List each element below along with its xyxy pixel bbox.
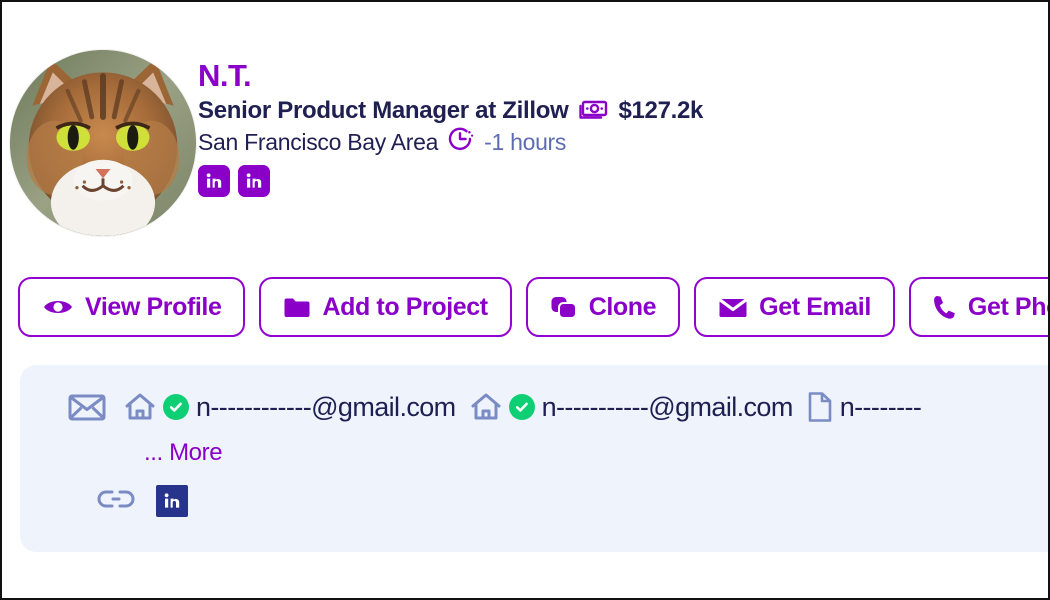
- email-value: n------------@gmail.com: [196, 391, 456, 422]
- linkedin-link-badge[interactable]: [156, 485, 188, 517]
- email-value: n-----------@gmail.com: [541, 391, 794, 422]
- clone-label: Clone: [588, 292, 657, 321]
- linkedin-icon: [246, 172, 262, 188]
- view-profile-label: View Profile: [85, 292, 222, 321]
- eye-icon: [42, 296, 74, 318]
- contact-entry[interactable]: n------------@gmail.com: [124, 392, 456, 423]
- money-icon: [578, 97, 608, 124]
- contact-entry[interactable]: n--------: [807, 391, 922, 423]
- add-to-project-button[interactable]: Add to Project: [259, 277, 512, 337]
- linkedin-icon: [164, 493, 180, 508]
- verified-badge: [163, 394, 189, 420]
- clock-icon: [447, 127, 475, 158]
- envelope-icon: [68, 392, 106, 422]
- identity-block: N.T. Senior Product Manager at Zillow $1…: [198, 50, 1048, 197]
- timezone-value: -1 hours: [484, 129, 567, 156]
- copy-icon: [550, 295, 578, 320]
- profile-card: N.T. Senior Product Manager at Zillow $1…: [2, 2, 1048, 598]
- social-badges: [198, 164, 1048, 197]
- links-row: [96, 485, 1048, 517]
- avatar[interactable]: [10, 50, 196, 236]
- cat-photo-icon: [10, 50, 196, 236]
- screenshot-frame: N.T. Senior Product Manager at Zillow $1…: [0, 0, 1050, 600]
- email-row: n------------@gmail.com n-----------@gma…: [68, 391, 1048, 423]
- clone-button[interactable]: Clone: [525, 277, 681, 337]
- home-icon: [124, 392, 156, 422]
- view-profile-button[interactable]: View Profile: [18, 277, 246, 337]
- job-title: Senior Product Manager at Zillow: [198, 96, 569, 124]
- title-row: Senior Product Manager at Zillow $127.2k: [198, 96, 1048, 126]
- add-to-project-label: Add to Project: [322, 292, 488, 321]
- document-icon: [807, 391, 833, 423]
- link-icon: [96, 486, 136, 517]
- action-button-row: View Profile Add to Project Clone Get Em…: [18, 277, 1048, 337]
- email-value: n--------: [839, 391, 922, 422]
- get-email-button[interactable]: Get Email: [694, 277, 895, 337]
- check-icon: [515, 402, 528, 412]
- get-phone-button[interactable]: Get Phone: [908, 277, 1048, 337]
- linkedin-badge-2[interactable]: [238, 164, 270, 197]
- get-phone-label: Get Phone: [967, 292, 1048, 321]
- phone-icon: [933, 294, 957, 320]
- avatar-container: [2, 50, 198, 236]
- contact-panel: n------------@gmail.com n-----------@gma…: [20, 365, 1048, 552]
- folder-icon: [283, 296, 311, 319]
- check-icon: [169, 402, 182, 412]
- linkedin-badge-1[interactable]: [198, 164, 230, 197]
- linkedin-icon: [206, 172, 222, 188]
- salary-value: $127.2k: [618, 96, 704, 124]
- more-link[interactable]: ... More: [144, 439, 223, 467]
- get-email-label: Get Email: [759, 292, 871, 321]
- verified-badge: [508, 394, 535, 420]
- profile-header: N.T. Senior Product Manager at Zillow $1…: [2, 50, 1048, 236]
- location-value: San Francisco Bay Area: [198, 129, 439, 156]
- location-row: San Francisco Bay Area -1 hours: [198, 127, 1048, 158]
- profile-name: N.T.: [198, 58, 252, 93]
- home-icon: [470, 392, 502, 422]
- envelope-icon: [718, 296, 748, 319]
- contact-entry[interactable]: n-----------@gmail.com: [470, 392, 793, 423]
